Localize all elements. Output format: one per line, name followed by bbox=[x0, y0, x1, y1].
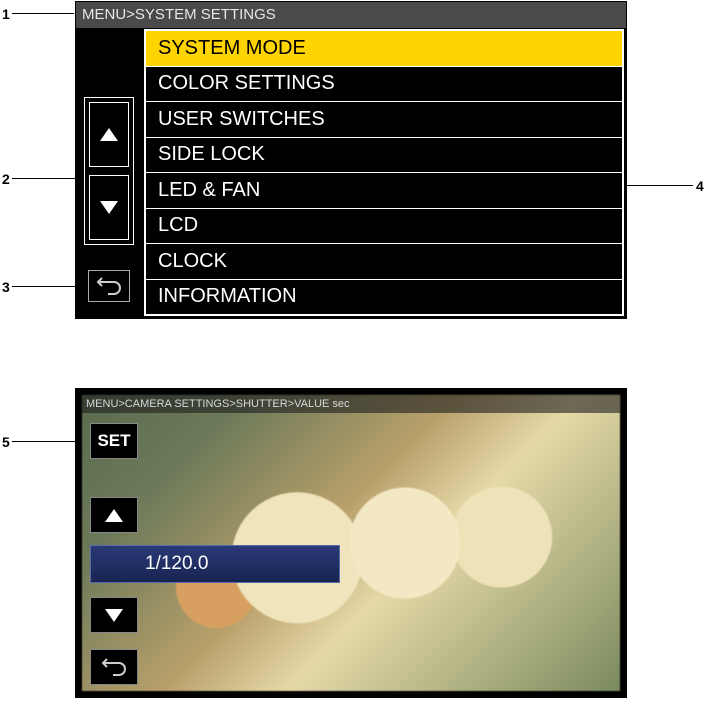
menu-item-label: INFORMATION bbox=[158, 285, 297, 308]
callout-2: 2 bbox=[2, 171, 10, 187]
callout-4-line bbox=[627, 185, 693, 186]
menu-item-label: SYSTEM MODE bbox=[158, 37, 306, 60]
live-view-screen: MENU>CAMERA SETTINGS>SHUTTER>VALUE sec S… bbox=[75, 388, 627, 698]
menu-item-label: LED & FAN bbox=[158, 179, 260, 202]
callout-1: 1 bbox=[2, 6, 10, 22]
shutter-value: 1/120.0 bbox=[145, 553, 208, 575]
menu-item-led-fan[interactable]: LED & FAN bbox=[146, 173, 622, 209]
callout-4: 4 bbox=[696, 178, 704, 194]
menu-item-system-mode[interactable]: SYSTEM MODE bbox=[146, 31, 622, 67]
callout-2-line bbox=[12, 178, 82, 179]
menu-item-label: CLOCK bbox=[158, 250, 227, 273]
nav-down-button[interactable] bbox=[89, 175, 129, 240]
triangle-down-icon bbox=[105, 609, 123, 622]
return-icon bbox=[101, 658, 127, 676]
breadcrumb: MENU>SYSTEM SETTINGS bbox=[76, 2, 626, 28]
live-view-image bbox=[82, 395, 620, 691]
callout-1-line bbox=[12, 13, 74, 14]
menu-item-label: COLOR SETTINGS bbox=[158, 72, 335, 95]
menu-item-label: USER SWITCHES bbox=[158, 108, 325, 131]
callout-5: 5 bbox=[2, 434, 10, 450]
back-button[interactable] bbox=[88, 270, 130, 302]
triangle-up-icon bbox=[100, 128, 118, 141]
back-button[interactable] bbox=[90, 649, 138, 685]
nav-up-button[interactable] bbox=[89, 102, 129, 167]
set-button[interactable]: SET bbox=[90, 423, 138, 459]
callout-3: 3 bbox=[2, 279, 10, 295]
triangle-up-icon bbox=[105, 509, 123, 522]
menu-item-label: SIDE LOCK bbox=[158, 143, 265, 166]
menu-item-user-switches[interactable]: USER SWITCHES bbox=[146, 102, 622, 138]
menu-list: SYSTEM MODE COLOR SETTINGS USER SWITCHES… bbox=[144, 29, 624, 316]
breadcrumb: MENU>CAMERA SETTINGS>SHUTTER>VALUE sec bbox=[82, 395, 620, 413]
menu-item-label: LCD bbox=[158, 214, 198, 237]
value-up-button[interactable] bbox=[90, 497, 138, 533]
return-icon bbox=[96, 277, 122, 295]
menu-item-color-settings[interactable]: COLOR SETTINGS bbox=[146, 67, 622, 103]
shutter-value-display: 1/120.0 bbox=[90, 545, 340, 583]
menu-item-clock[interactable]: CLOCK bbox=[146, 244, 622, 280]
value-down-button[interactable] bbox=[90, 597, 138, 633]
menu-item-side-lock[interactable]: SIDE LOCK bbox=[146, 138, 622, 174]
menu-screen: MENU>SYSTEM SETTINGS SYSTEM MODE COLOR S… bbox=[75, 1, 627, 319]
triangle-down-icon bbox=[100, 201, 118, 214]
set-button-label: SET bbox=[97, 431, 130, 451]
menu-item-lcd[interactable]: LCD bbox=[146, 209, 622, 245]
menu-item-information[interactable]: INFORMATION bbox=[146, 280, 622, 315]
nav-buttons-group bbox=[84, 97, 134, 245]
